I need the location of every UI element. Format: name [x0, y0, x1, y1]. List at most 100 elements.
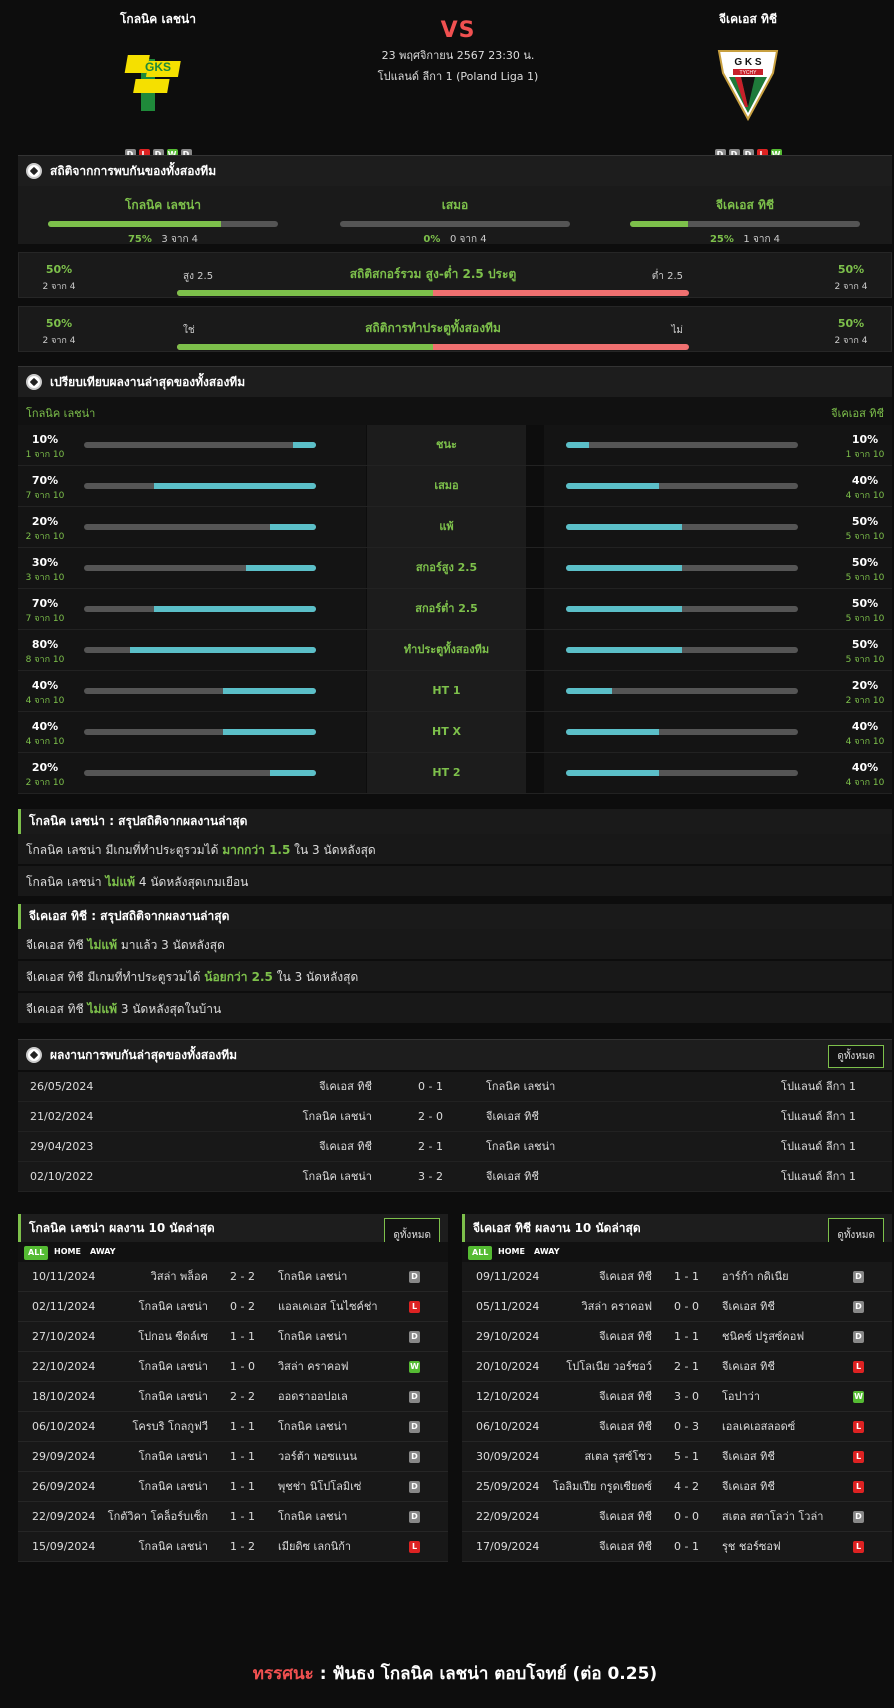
compare-away-cell: 50% 5 จาก 10	[544, 548, 892, 588]
home_last10-row[interactable]: 02/11/2024 โกลนิค เลชน่า 0 - 2 แอลเคเอส โนไ…	[18, 1292, 448, 1322]
away_last10-result-badge: L	[853, 1481, 864, 1493]
last10-section: โกลนิค เลชน่า ผลงาน 10 นัดล่าสุด ดูทั้งหม…	[18, 1214, 892, 1564]
compare-away-bar-fill	[566, 524, 682, 530]
away_last10-score: 3 - 0	[674, 1390, 699, 1403]
away_last10-row[interactable]: 22/09/2024 จีเคเอส ทิชี 0 - 0 สเตล สตาโลว่า…	[462, 1502, 892, 1532]
home-team[interactable]: โกลนิค เลชน่า GKS D L D W D	[58, 10, 258, 161]
verdict-text: : ฟันธง โกลนิค เลชน่า ตอบโจทย์ (ต่อ 0.25…	[313, 1664, 658, 1684]
away-team[interactable]: จีเคเอส ทิชี G K S TYCHY D D D L W	[648, 10, 848, 161]
filter-home-tab[interactable]: HOME	[54, 1242, 81, 1262]
home_last10-row[interactable]: 26/09/2024 โกลนิค เลชน่า 1 - 1 พุชช่า นิโปโ…	[18, 1472, 448, 1502]
compare-home-bar	[84, 688, 316, 694]
home_last10-row[interactable]: 27/10/2024 โปกอน ซีดล์เซ 1 - 1 โกลนิค เลชน่…	[18, 1322, 448, 1352]
home_last10-date: 27/10/2024	[32, 1330, 96, 1343]
ou-left-label: สูง 2.5	[183, 271, 214, 282]
filter-away-tab[interactable]: AWAY	[534, 1242, 560, 1262]
ou-right-pct: 50%	[837, 263, 865, 276]
compare-away-pct-wrap: 50% 5 จาก 10	[840, 597, 890, 625]
compare-row: 70% 7 จาก 10 สกอร์ต่ำ 2.5 50% 5 จาก 10	[18, 589, 892, 630]
compare-metric-label: ทำประตูทั้งสองทีม	[367, 630, 526, 670]
away_last10-score: 1 - 1	[674, 1330, 699, 1343]
home_last10-score: 0 - 2	[230, 1300, 255, 1313]
home_last10-away: วอร์ต้า พอซแนน	[278, 1450, 357, 1463]
away_last10-row[interactable]: 30/09/2024 สเตล รุสซ์โซว 5 - 1 จีเคเอส ทิชี…	[462, 1442, 892, 1472]
compare-home-pct-wrap: 30% 3 จาก 10	[20, 556, 70, 584]
h2h-home-label: โกลนิค เลชน่า	[124, 198, 201, 212]
compare-away-bar	[566, 606, 798, 612]
away_last10-row[interactable]: 20/10/2024 โปโลเนีย วอร์ซอว์ 2 - 1 จีเคเอส …	[462, 1352, 892, 1382]
compare-home-bar	[84, 442, 316, 448]
home_last10-away: แอลเคเอส โนไซค์ช่า	[278, 1300, 378, 1313]
away_summary-line-highlight: ไม่แพ้	[87, 1002, 118, 1016]
home_last10-row[interactable]: 22/09/2024 โกตัวิคา โคล็อร์บเซ็ก 1 - 1 โกลน…	[18, 1502, 448, 1532]
filter-all-tab[interactable]: ALL	[24, 1246, 49, 1260]
home_last10-home: โปกอน ซีดล์เซ	[138, 1330, 208, 1343]
home_last10-row[interactable]: 22/10/2024 โกลนิค เลชน่า 1 - 0 วิสล่า คราคอ…	[18, 1352, 448, 1382]
home_last10-row[interactable]: 18/10/2024 โกลนิค เลชน่า 2 - 2 ออดราออปอเล D	[18, 1382, 448, 1412]
away_last10-row[interactable]: 05/11/2024 วิสล่า คราคอฟ 0 - 0 จีเคเอส ทิชี…	[462, 1292, 892, 1322]
compare-away-pct: 40%	[851, 474, 879, 487]
away_last10-row[interactable]: 09/11/2024 จีเคเอส ทิชี 1 - 1 อาร์ก้า กดิเน…	[462, 1262, 892, 1292]
away_last10-row[interactable]: 12/10/2024 จีเคเอส ทิชี 3 - 0 โอปาว่า W	[462, 1382, 892, 1412]
away_last10-date: 05/11/2024	[476, 1300, 540, 1313]
h2h-result-row[interactable]: 29/04/2023 จีเคเอส ทิชี 2 - 1 โกลนิค เลชน่า…	[18, 1132, 892, 1162]
h2h-result-row[interactable]: 02/10/2022 โกลนิค เลชน่า 3 - 2 จีเคเอส ทิชี…	[18, 1162, 892, 1192]
compare-away-bar	[566, 442, 798, 448]
home_last10-date: 29/09/2024	[32, 1450, 96, 1463]
home_last10-row[interactable]: 06/10/2024 โครบริ โกลกูฟวี 1 - 1 โกลนิค เลช…	[18, 1412, 448, 1442]
filter-all-tab[interactable]: ALL	[468, 1246, 493, 1260]
home_last10-row[interactable]: 10/11/2024 วิสล่า พล็อค 2 - 2 โกลนิค เลชน่า…	[18, 1262, 448, 1292]
compare-away-bar-fill	[566, 729, 659, 735]
filter-home-tab[interactable]: HOME	[498, 1242, 525, 1262]
away-last10-filters: ALL HOME AWAY	[462, 1242, 892, 1262]
ou-right-count: 2 จาก 4	[834, 282, 868, 292]
home_last10-score: 1 - 2	[230, 1540, 255, 1553]
compare-away-bar-fill	[566, 483, 659, 489]
compare-metric-label: HT 2	[367, 753, 526, 793]
compare-away-cell: 10% 1 จาก 10	[544, 425, 892, 465]
h2h-draw-pct: 0%	[423, 234, 441, 245]
away_last10-home: จีเคเอส ทิชี	[599, 1420, 652, 1433]
away_last10-row[interactable]: 17/09/2024 จีเคเอส ทิชี 0 - 1 รุช ชอร์ซอฟ L	[462, 1532, 892, 1562]
compare-home-bar	[84, 606, 316, 612]
compare-away-bar	[566, 483, 798, 489]
home_last10-row[interactable]: 29/09/2024 โกลนิค เลชน่า 1 - 1 วอร์ต้า พอซแ…	[18, 1442, 448, 1472]
home_last10-date: 22/09/2024	[32, 1510, 96, 1523]
away_last10-date: 29/10/2024	[476, 1330, 540, 1343]
away_last10-score: 1 - 1	[674, 1270, 699, 1283]
h2h-stats-header: สถิติจากการพบกันของทั้งสองทีม	[18, 155, 892, 186]
h2h-view-all-button[interactable]: ดูทั้งหมด	[828, 1045, 884, 1068]
compare-away-pct: 10%	[851, 433, 879, 446]
home_last10-home: โกลนิค เลชน่า	[138, 1540, 208, 1553]
home-summary: โกลนิค เลชน่า : สรุปสถิติจากผลงานล่าสุด …	[18, 809, 892, 898]
home-last10-filters: ALL HOME AWAY	[18, 1242, 448, 1262]
h2h-score: 2 - 1	[418, 1140, 443, 1153]
h2h-result-row[interactable]: 21/02/2024 โกลนิค เลชน่า 2 - 0 จีเคเอส ทิชี…	[18, 1102, 892, 1132]
compare-away-pct: 40%	[851, 761, 879, 774]
away_last10-score: 5 - 1	[674, 1450, 699, 1463]
home_last10-score: 2 - 2	[230, 1270, 255, 1283]
compare-away-count: 5 จาก 10	[845, 532, 885, 542]
btts-right-pct: 50%	[837, 317, 865, 330]
compare-home-bar	[84, 729, 316, 735]
away_last10-row[interactable]: 29/10/2024 จีเคเอส ทิชี 1 - 1 ชนิคซ์ ปรูสซ์…	[462, 1322, 892, 1352]
home_last10-away: โกลนิค เลชน่า	[278, 1270, 348, 1283]
home_last10-score: 1 - 1	[230, 1450, 255, 1463]
h2h-league: โปแลนด์ ลีกา 1	[781, 1080, 856, 1093]
compare-home-bar	[84, 770, 316, 776]
away_last10-row[interactable]: 25/09/2024 โอลิมเปีย กรูดเซียดซ์ 4 - 2 จีเค…	[462, 1472, 892, 1502]
away_last10-row[interactable]: 06/10/2024 จีเคเอส ทิชี 0 - 3 เอลเคเอสลอดซ์…	[462, 1412, 892, 1442]
away_last10-result-badge: L	[853, 1361, 864, 1373]
home_last10-home: วิสล่า พล็อค	[150, 1270, 208, 1283]
compare-home-pct: 30%	[31, 556, 59, 569]
filter-away-tab[interactable]: AWAY	[90, 1242, 116, 1262]
compare-home-pct-wrap: 40% 4 จาก 10	[20, 679, 70, 707]
home_summary-line: โกลนิค เลชน่า ไม่แพ้ 4 นัดหลังสุดเกมเยือ…	[18, 866, 892, 898]
compare-home-cell: 40% 4 จาก 10	[18, 671, 366, 711]
ou-right-label: ต่ำ 2.5	[651, 271, 683, 282]
h2h-result-row[interactable]: 26/05/2024 จีเคเอส ทิชี 0 - 1 โกลนิค เลชน่า…	[18, 1072, 892, 1102]
home_last10-row[interactable]: 15/09/2024 โกลนิค เลชน่า 1 - 2 เมียดิซ เลกน…	[18, 1532, 448, 1562]
home-summary-title: โกลนิค เลชน่า : สรุปสถิติจากผลงานล่าสุด	[18, 809, 892, 834]
compare-row: 70% 7 จาก 10 เสมอ 40% 4 จาก 10	[18, 466, 892, 507]
compare-away-bar	[566, 565, 798, 571]
